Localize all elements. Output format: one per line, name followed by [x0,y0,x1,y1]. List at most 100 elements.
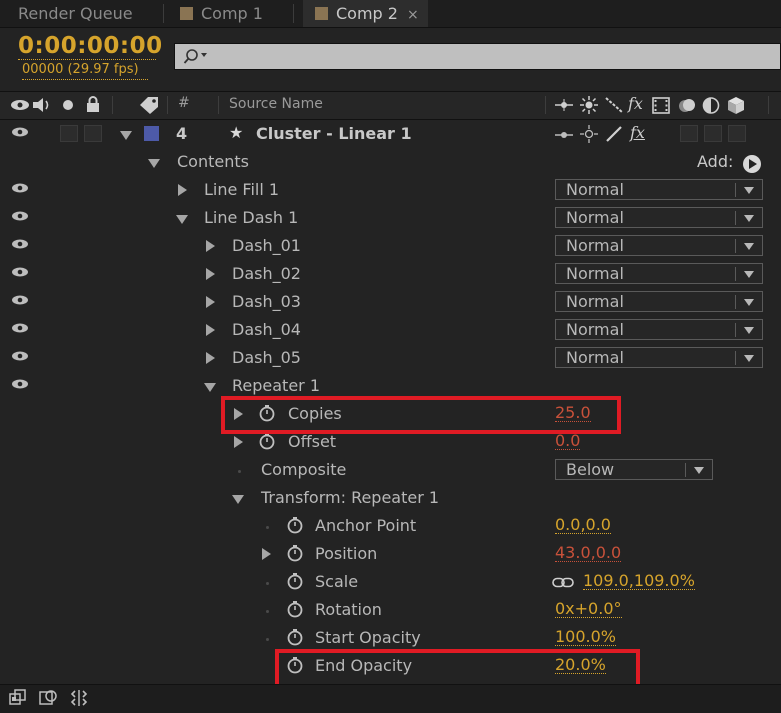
video-eye-icon[interactable] [11,378,29,390]
tab-render-queue[interactable]: Render Queue [18,0,133,27]
video-eye-icon[interactable] [11,238,29,250]
solo-switch[interactable] [60,125,78,142]
composite-dropdown[interactable]: Below [555,459,713,480]
dash-name[interactable]: Dash_05 [232,348,301,367]
toggle-modes-icon[interactable] [39,689,57,707]
lock-switch[interactable] [84,125,102,142]
expand-panes-icon[interactable] [70,689,88,707]
anchor-point-row[interactable]: Anchor Point 0.0,0.0 [0,512,781,540]
adjustment-layer-icon[interactable] [702,97,720,114]
label-tag-icon[interactable] [138,95,160,115]
stopwatch-icon[interactable] [286,572,304,590]
quality-switch-icon[interactable] [605,125,623,143]
video-eye-icon[interactable] [11,266,29,278]
expand-arrow-icon[interactable] [178,184,187,196]
column-source-name-label[interactable]: Source Name [229,96,323,112]
contents-row[interactable]: Contents Add: [0,148,781,176]
line-dash-row[interactable]: Line Dash 1 Normal [0,204,781,232]
3d-layer-cube-icon[interactable] [727,96,745,115]
expand-arrow-icon[interactable] [120,131,132,140]
quality-line-icon[interactable] [605,97,623,113]
rotation-value[interactable]: 0x+0.0° [555,600,622,618]
effects-fx-icon[interactable]: fx [628,94,643,113]
dash-row[interactable]: Dash_02 Normal [0,260,781,288]
layer-label-color[interactable] [144,126,159,141]
layer-row[interactable]: 4 ★ Cluster - Linear 1 fx [0,120,781,148]
position-value[interactable]: 43.0,0.0 [555,544,622,562]
collapse-sun-icon[interactable] [580,96,598,114]
video-eye-icon[interactable] [11,182,29,194]
motion-blur-switch[interactable] [704,125,722,142]
scale-value[interactable]: 109.0,109.0% [583,572,695,590]
dash-row[interactable]: Dash_01 Normal [0,232,781,260]
audio-speaker-icon[interactable] [32,97,52,113]
expand-arrow-icon[interactable] [204,383,216,392]
expand-arrow-icon[interactable] [206,324,215,336]
add-menu-play-icon[interactable] [742,154,762,174]
blend-mode-dropdown[interactable]: Normal [555,179,763,200]
expand-arrow-icon[interactable] [176,215,188,224]
stopwatch-icon[interactable] [286,544,304,562]
shy-icon[interactable] [554,99,574,111]
expand-arrow-icon[interactable] [206,268,215,280]
dash-name[interactable]: Dash_02 [232,264,301,283]
expand-arrow-icon[interactable] [148,159,160,168]
dash-name[interactable]: Dash_01 [232,236,301,255]
start-opacity-value[interactable]: 100.0% [555,628,617,646]
layer-name[interactable]: Cluster - Linear 1 [256,124,412,143]
comp-flowchart-icon[interactable] [9,689,27,707]
dash-name[interactable]: Dash_04 [232,320,301,339]
3d-layer-switch[interactable] [728,125,746,142]
current-time-display[interactable]: 0:00:00:00 [18,33,163,59]
blend-mode-dropdown[interactable]: Normal [555,291,763,312]
position-row[interactable]: Position 43.0,0.0 [0,540,781,568]
expand-arrow-icon[interactable] [262,548,271,560]
column-number-label[interactable]: # [178,95,190,111]
transform-group-row[interactable]: Transform: Repeater 1 [0,484,781,512]
frame-blend-film-icon[interactable] [652,97,670,114]
stopwatch-icon[interactable] [286,600,304,618]
blend-mode-dropdown[interactable]: Normal [555,319,763,340]
dash-row[interactable]: Dash_05 Normal [0,344,781,372]
stopwatch-icon[interactable] [258,432,276,450]
expand-arrow-icon[interactable] [206,352,215,364]
lock-icon[interactable] [85,96,101,113]
group-name[interactable]: Line Fill 1 [204,180,279,199]
blend-mode-dropdown[interactable]: Normal [555,263,763,284]
blend-mode-dropdown[interactable]: Normal [555,347,763,368]
tab-comp-1[interactable]: Comp 1 [180,0,263,27]
expand-arrow-icon[interactable] [206,240,215,252]
offset-value[interactable]: 0.0 [555,432,581,450]
effects-switch-icon[interactable]: fx [630,123,645,142]
blend-mode-dropdown[interactable]: Normal [555,207,763,228]
motion-blur-icon[interactable] [678,97,696,114]
composite-property-row[interactable]: Composite Below [0,456,781,484]
expand-arrow-icon[interactable] [234,436,243,448]
video-eye-icon[interactable] [10,99,30,111]
search-input[interactable] [215,46,759,69]
collapse-switch-icon[interactable] [580,125,598,143]
group-name[interactable]: Line Dash 1 [204,208,298,227]
tab-comp-2[interactable]: Comp 2 × [303,0,428,27]
rotation-row[interactable]: Rotation 0x+0.0° [0,596,781,624]
dash-name[interactable]: Dash_03 [232,292,301,311]
expand-arrow-icon[interactable] [232,495,244,504]
stopwatch-icon[interactable] [286,516,304,534]
anchor-point-value[interactable]: 0.0,0.0 [555,516,611,534]
repeater-name[interactable]: Repeater 1 [232,376,320,395]
dash-row[interactable]: Dash_03 Normal [0,288,781,316]
video-eye-icon[interactable] [11,126,29,138]
constrain-link-icon[interactable] [552,577,574,588]
solo-dot-icon[interactable] [62,99,74,111]
dash-row[interactable]: Dash_04 Normal [0,316,781,344]
transform-label[interactable]: Transform: Repeater 1 [261,488,439,507]
search-field[interactable] [174,43,781,70]
stopwatch-icon[interactable] [286,628,304,646]
close-icon[interactable]: × [407,7,419,23]
search-icon[interactable] [183,47,209,67]
video-eye-icon[interactable] [11,294,29,306]
start-opacity-row[interactable]: Start Opacity 100.0% [0,624,781,652]
scale-row[interactable]: Scale 109.0,109.0% [0,568,781,596]
shy-switch-icon[interactable] [554,129,574,141]
frame-blend-switch[interactable] [680,125,698,142]
